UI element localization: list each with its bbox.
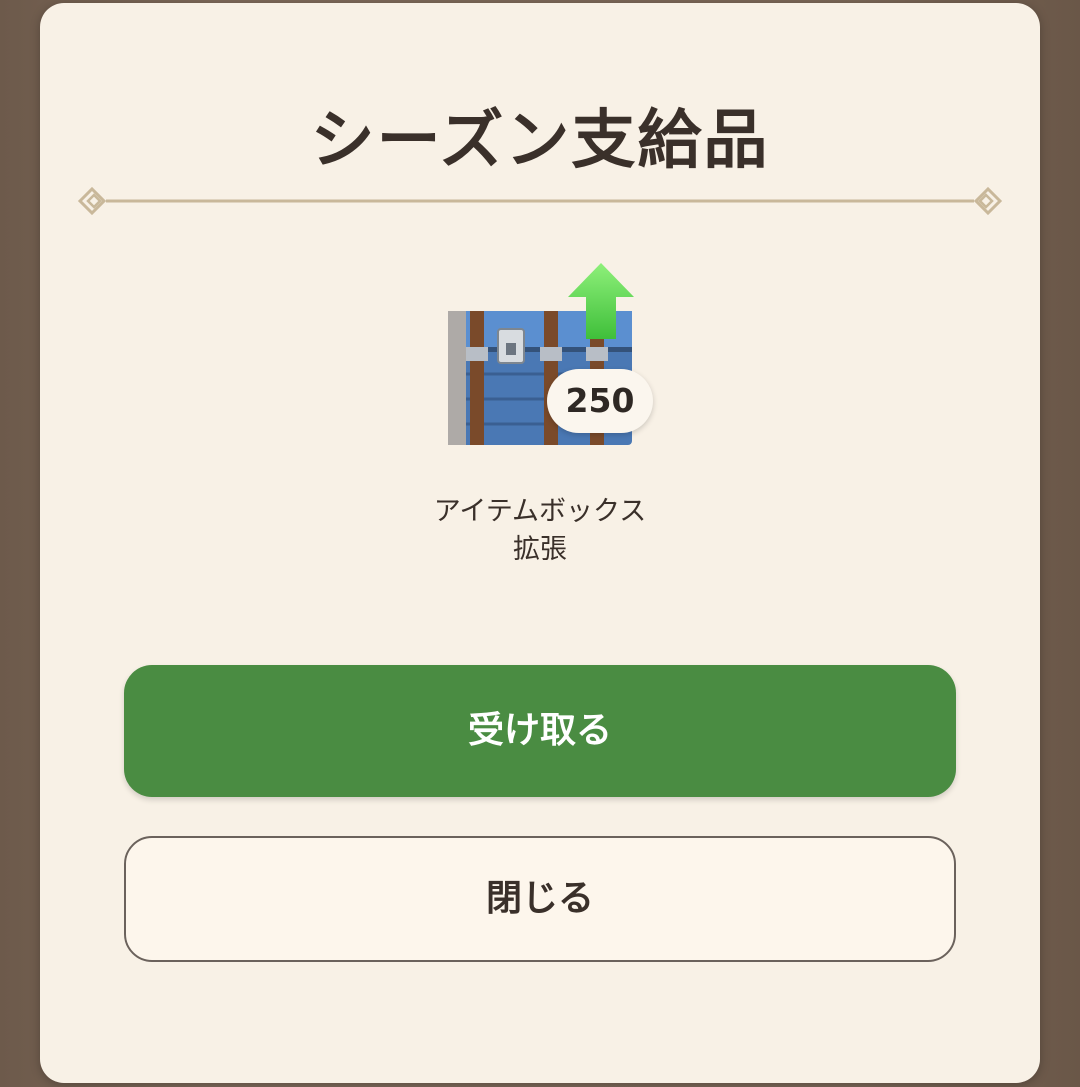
- season-supply-dialog: シーズン支給品 250 アイテムボックス 拡張 受け取る 閉じる: [40, 3, 1040, 1083]
- claim-button[interactable]: 受け取る: [124, 665, 956, 797]
- close-button[interactable]: 閉じる: [124, 836, 956, 962]
- reward-item-name: アイテムボックス 拡張: [433, 496, 647, 565]
- reward-item: 250: [440, 261, 660, 451]
- dialog-title: シーズン支給品: [310, 104, 770, 178]
- ornamental-divider: [77, 186, 1003, 216]
- reward-count-badge: 250: [547, 369, 653, 433]
- upgrade-arrow-icon: [568, 263, 634, 339]
